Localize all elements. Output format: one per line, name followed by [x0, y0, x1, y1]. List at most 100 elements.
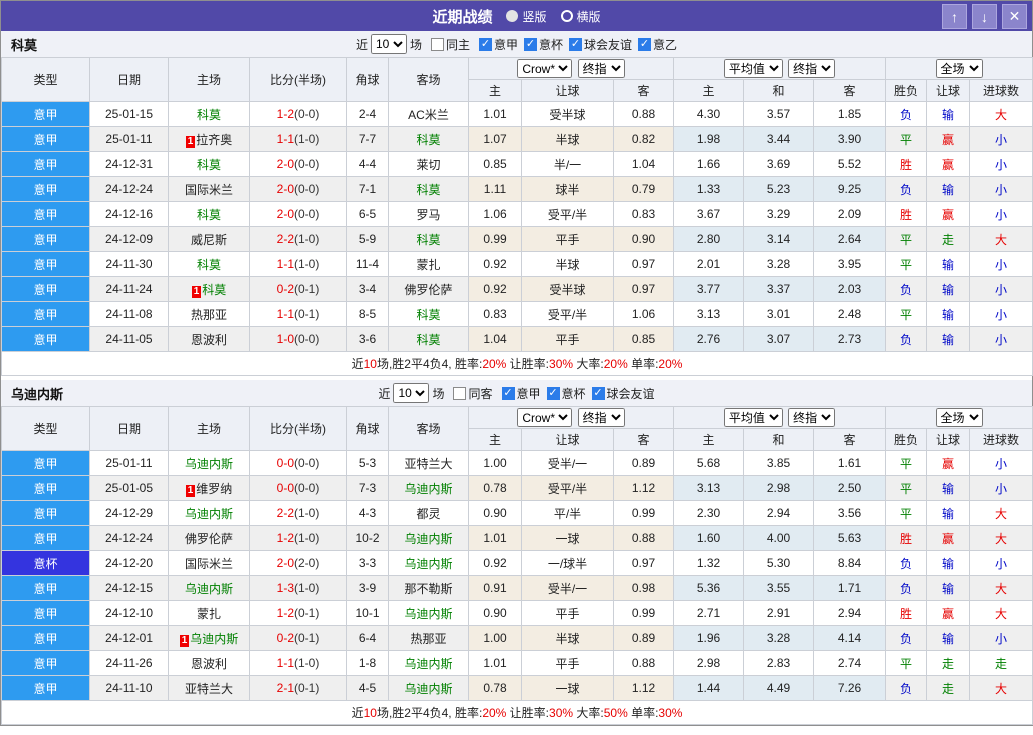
close-button[interactable]: ✕: [1002, 4, 1027, 29]
page-title: 近期战绩: [432, 8, 493, 26]
handicap-result-cell: 赢: [926, 450, 971, 476]
halftime-score: (0-1): [294, 606, 320, 620]
checkbox-checked-icon[interactable]: ✓: [591, 386, 605, 400]
bookmaker-select[interactable]: Crow*: [517, 408, 573, 427]
goals-result-cell: 大: [969, 226, 1033, 252]
crow-handicap-cell: 受半/一: [521, 575, 614, 601]
col-crow-home: 主: [468, 428, 522, 451]
home-team-cell: 1 乌迪内斯: [168, 625, 250, 651]
checkbox-checked-icon[interactable]: ✓: [546, 386, 560, 400]
radio-selected-icon[interactable]: [506, 10, 519, 22]
avg-away-odds-cell: 3.56: [812, 500, 887, 526]
league-filter[interactable]: ✓ 意乙: [638, 36, 677, 53]
handicap-result-cell: 输: [926, 500, 971, 526]
summary-segment: 场,胜2平4负4, 胜率:: [376, 357, 483, 371]
league-filter[interactable]: ✓ 意杯: [546, 385, 586, 402]
crow-handicap-cell: 半/一: [521, 151, 614, 177]
home-team-cell: 乌迪内斯: [168, 575, 250, 601]
fulltime-score: 1-1: [276, 307, 294, 321]
odds-time-select[interactable]: 终指: [577, 59, 625, 78]
vertical-layout-label: 竖版: [522, 9, 547, 24]
move-up-button[interactable]: ↑: [942, 4, 967, 29]
team-name: 科莫: [196, 257, 221, 272]
handicap-result-cell: 走: [926, 226, 971, 252]
odds-time-select[interactable]: 终指: [788, 408, 836, 427]
crow-handicap-cell: 受半球: [521, 276, 614, 302]
league-filter[interactable]: ✓ 意杯: [524, 36, 563, 53]
avg-home-odds-cell: 1.60: [673, 525, 744, 551]
league-filter-label: 意乙: [653, 37, 678, 52]
crow-away-odds-cell: 0.90: [613, 226, 674, 252]
match-row: 意甲 24-12-01 1 乌迪内斯 0-2(0-1) 6-4 热那亚 1.00 半球 0.89 1…: [1, 625, 1033, 651]
goals-result-cell: 小: [969, 126, 1033, 152]
checkbox-checked-icon[interactable]: ✓: [569, 37, 583, 51]
average-select[interactable]: 平均值: [723, 408, 783, 427]
fulltime-score: 2-0: [276, 157, 294, 171]
same-venue-filter[interactable]: 同客: [453, 385, 493, 402]
crow-handicap-cell: 平手: [521, 650, 614, 676]
avg-home-odds-cell: 3.67: [673, 201, 744, 227]
goals-result-cell: 大: [969, 525, 1033, 551]
date-cell: 24-12-29: [89, 500, 169, 526]
crow-away-odds-cell: 0.97: [613, 276, 674, 302]
recent-count-select[interactable]: 10: [393, 383, 430, 403]
fullmatch-select[interactable]: 全场: [935, 408, 983, 427]
checkbox-checked-icon[interactable]: ✓: [501, 386, 515, 400]
score-cell: 1-2(0-0): [249, 101, 347, 127]
avg-away-odds-cell: 5.63: [812, 525, 887, 551]
team-section: 乌迪内斯 近 10 场 同客 ✓ 意甲 ✓ 意杯 ✓ 球会友谊 类型 日期 主场 比分(半…: [0, 380, 1033, 725]
handicap-result-cell: 输: [926, 326, 971, 352]
crow-home-odds-cell: 1.01: [468, 525, 522, 551]
team-name: 科莫: [416, 332, 441, 347]
away-team-cell: 乌迪内斯: [388, 600, 469, 626]
crow-away-odds-cell: 0.97: [613, 550, 674, 576]
league-filter[interactable]: ✓ 球会友谊: [569, 36, 632, 53]
col-score: 比分(半场): [249, 406, 347, 451]
crow-home-odds-cell: 1.04: [468, 326, 522, 352]
near-label: 近: [355, 37, 368, 52]
league-type-cell: 意甲: [1, 301, 90, 327]
checkbox-checked-icon[interactable]: ✓: [478, 37, 492, 51]
checkbox-checked-icon[interactable]: ✓: [524, 37, 537, 51]
recent-count-select[interactable]: 10: [370, 34, 407, 54]
avg-draw-odds-cell: 3.57: [743, 101, 814, 127]
home-team-cell: 蒙扎: [168, 600, 250, 626]
average-select[interactable]: 平均值: [723, 59, 783, 78]
checkbox-unchecked-icon[interactable]: [453, 386, 467, 400]
col-corner: 角球: [346, 57, 389, 102]
team-name: 热那亚: [190, 307, 227, 322]
checkbox-unchecked-icon[interactable]: [430, 37, 444, 51]
crow-away-odds-cell: 0.82: [613, 126, 674, 152]
same-venue-filter[interactable]: 同主: [430, 36, 470, 53]
league-filter[interactable]: ✓ 意甲: [501, 385, 541, 402]
league-type-cell: 意甲: [1, 600, 90, 626]
league-filter-group: ✓ 意甲 ✓ 意杯 ✓ 球会友谊: [496, 385, 655, 402]
avg-draw-odds-cell: 3.55: [743, 575, 814, 601]
fullmatch-select[interactable]: 全场: [935, 59, 983, 78]
odds-time-select[interactable]: 终指: [788, 59, 836, 78]
horizontal-layout-radio[interactable]: 横版: [560, 8, 601, 25]
move-down-button[interactable]: ↓: [972, 4, 997, 29]
checkbox-checked-icon[interactable]: ✓: [638, 37, 652, 51]
team-name: 亚特兰大: [404, 456, 453, 471]
crow-home-odds-cell: 0.78: [468, 475, 522, 501]
match-row: 意甲 24-11-26 恩波利 1-1(1-0) 1-8 乌迪内斯 1.01 平手 0.88 2.…: [1, 650, 1033, 676]
radio-unselected-icon[interactable]: [560, 10, 573, 22]
league-filter[interactable]: ✓ 球会友谊: [591, 385, 655, 402]
crow-home-odds-cell: 0.90: [468, 600, 522, 626]
odds-time-select[interactable]: 终指: [577, 408, 625, 427]
team-name: 乌迪内斯: [184, 456, 233, 471]
goals-result-cell: 走: [969, 650, 1033, 676]
away-team-cell: 科莫: [388, 226, 469, 252]
vertical-layout-radio[interactable]: 竖版: [506, 8, 547, 25]
team-name: 乌迪内斯: [404, 531, 453, 546]
corner-cell: 8-5: [346, 301, 389, 327]
league-filter[interactable]: ✓ 意甲: [478, 36, 518, 53]
team-name: 国际米兰: [184, 556, 233, 571]
col-handicap-result: 让球: [926, 79, 971, 102]
goals-result-cell: 小: [969, 550, 1033, 576]
bookmaker-select[interactable]: Crow*: [517, 59, 573, 78]
away-team-cell: 科莫: [388, 326, 469, 352]
summary-segment: 10: [363, 706, 377, 720]
window-buttons: ↑ ↓ ✕: [942, 4, 1027, 29]
